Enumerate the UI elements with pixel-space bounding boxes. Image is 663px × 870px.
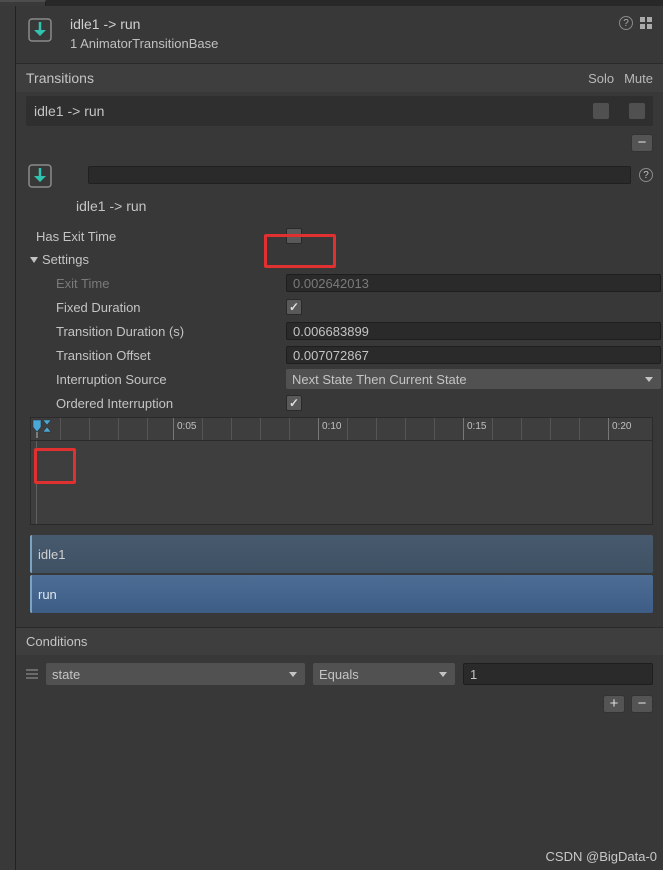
tick-label: 0:05 xyxy=(177,421,196,432)
transition-detail-title: idle1 -> run xyxy=(16,198,663,224)
clip-destination-label: run xyxy=(38,587,57,602)
transition-icon xyxy=(28,18,52,42)
transition-name-field[interactable] xyxy=(88,166,631,184)
left-gutter xyxy=(0,6,16,870)
transition-list-item[interactable]: idle1 -> run xyxy=(26,96,653,126)
exit-time-label: Exit Time xyxy=(36,276,286,291)
transition-offset-label: Transition Offset xyxy=(36,348,286,363)
has-exit-time-label: Has Exit Time xyxy=(36,229,286,244)
help-icon[interactable]: ? xyxy=(619,16,633,30)
ordered-interruption-checkbox[interactable] xyxy=(286,395,302,411)
clip-source[interactable]: idle1 xyxy=(30,535,653,573)
tick-label: 0:10 xyxy=(322,421,341,432)
timeline-clips: idle1 run xyxy=(30,535,653,613)
condition-mode-dropdown[interactable]: Equals xyxy=(313,663,455,685)
fixed-duration-label: Fixed Duration xyxy=(36,300,286,315)
condition-value-field[interactable] xyxy=(463,663,653,685)
fixed-duration-checkbox[interactable] xyxy=(286,299,302,315)
transition-duration-label: Transition Duration (s) xyxy=(36,324,286,339)
exit-time-field[interactable]: 0.002642013 xyxy=(286,274,661,292)
inspector-panel: idle1 -> run 1 AnimatorTransitionBase ? … xyxy=(16,6,663,870)
clip-source-label: idle1 xyxy=(38,547,65,562)
transition-icon xyxy=(28,164,52,188)
add-condition-button[interactable]: + xyxy=(603,695,625,713)
transition-item-label: idle1 -> run xyxy=(34,103,587,119)
condition-parameter-dropdown[interactable]: state xyxy=(46,663,305,685)
transition-duration-field[interactable]: 0.006683899 xyxy=(286,322,661,340)
playhead-icon[interactable] xyxy=(31,418,55,438)
condition-row: state Equals xyxy=(16,659,663,689)
watermark: CSDN @BigData-0 xyxy=(546,849,657,864)
tick-label: 0:15 xyxy=(467,421,486,432)
transition-detail-header: ? xyxy=(16,158,663,198)
interruption-source-label: Interruption Source xyxy=(36,372,286,387)
remove-transition-button[interactable]: − xyxy=(631,134,653,152)
transition-offset-field[interactable]: 0.007072867 xyxy=(286,346,661,364)
ordered-interruption-label: Ordered Interruption xyxy=(36,396,286,411)
transition-title: idle1 -> run xyxy=(70,16,619,32)
tick-label: 0:20 xyxy=(612,421,631,432)
transitions-header-label: Transitions xyxy=(26,70,588,86)
solo-checkbox[interactable] xyxy=(593,103,609,119)
conditions-header: Conditions xyxy=(16,627,663,655)
transition-subtitle: 1 AnimatorTransitionBase xyxy=(70,36,619,51)
settings-label: Settings xyxy=(42,252,89,267)
clip-destination[interactable]: run xyxy=(30,575,653,613)
help-icon[interactable]: ? xyxy=(639,168,653,182)
timeline-ruler[interactable]: 0:05 0:10 0:15 0:20 xyxy=(30,417,653,441)
has-exit-time-checkbox[interactable] xyxy=(286,228,302,244)
mute-column-label: Mute xyxy=(624,71,653,86)
conditions-header-label: Conditions xyxy=(26,634,87,649)
timeline-body[interactable] xyxy=(30,441,653,525)
drag-handle-icon[interactable] xyxy=(26,666,38,682)
transition-timeline[interactable]: 0:05 0:10 0:15 0:20 xyxy=(30,417,653,525)
preset-icon[interactable] xyxy=(639,16,653,30)
transitions-header: Transitions Solo Mute xyxy=(16,63,663,92)
remove-condition-button[interactable]: − xyxy=(631,695,653,713)
mute-checkbox[interactable] xyxy=(629,103,645,119)
solo-column-label: Solo xyxy=(588,71,614,86)
interruption-source-dropdown[interactable]: Next State Then Current State xyxy=(286,369,661,389)
chevron-down-icon xyxy=(30,257,38,263)
settings-foldout[interactable]: Settings xyxy=(16,248,663,271)
inspector-header: idle1 -> run 1 AnimatorTransitionBase ? xyxy=(16,6,663,63)
